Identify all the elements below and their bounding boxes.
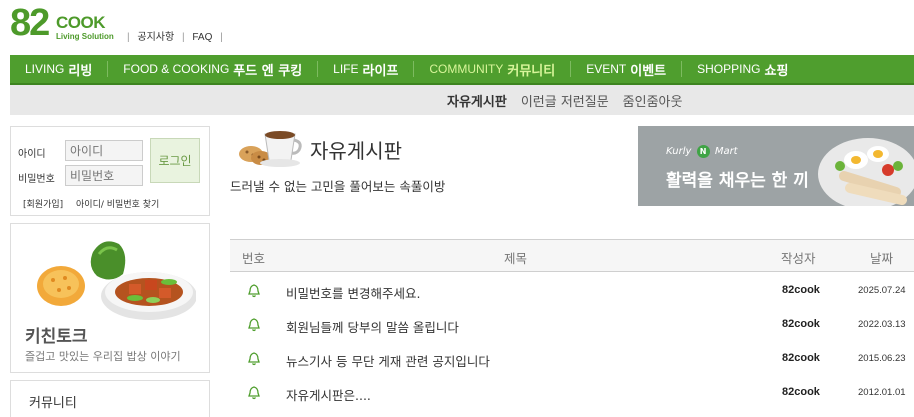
bell-icon xyxy=(248,386,260,400)
bell-icon xyxy=(248,318,260,332)
col-num: 번호 xyxy=(242,251,266,266)
subnav-free-board[interactable]: 자유게시판 xyxy=(447,91,507,110)
nav-food-cooking[interactable]: FOOD & COOKING 푸드 엔 쿠킹 xyxy=(108,54,317,84)
post-author: 82cook xyxy=(782,386,820,398)
login-button[interactable]: 로그인 xyxy=(150,138,200,183)
banner-copy: 활력을 채우는 한 끼 xyxy=(666,171,809,191)
bell-icon xyxy=(248,284,260,298)
nav-label-ko: 라이프 xyxy=(362,63,399,79)
board-description: 드러낼 수 없는 고민을 풀어보는 속풀이방 xyxy=(230,179,446,194)
logo-number: 82 xyxy=(10,2,50,44)
nav-label-ko: 푸드 엔 쿠킹 xyxy=(233,63,303,79)
site-logo[interactable]: 82 COOK Living Solution xyxy=(10,4,115,44)
post-author: 82cook xyxy=(782,284,820,296)
table-row[interactable]: 회원님들께 당부의 말씀 올립니다 82cook 2022.03.13 xyxy=(230,308,914,342)
faq-link[interactable]: FAQ xyxy=(192,32,212,43)
banner-logo-right: Mart xyxy=(714,146,738,157)
join-link[interactable]: [회원가입] xyxy=(23,200,63,210)
nav-community[interactable]: COMMUNITY 커뮤니티 xyxy=(414,54,570,84)
board-table: 번호 제목 작성자 날짜 비밀번호를 변경해주세요. 82cook 2025.0… xyxy=(230,239,914,410)
nav-living[interactable]: LIVING 리빙 xyxy=(10,54,107,84)
nav-label-ko: 이벤트 xyxy=(630,63,667,79)
sub-nav: 자유게시판 이런글 저런질문 줌인줌아웃 xyxy=(10,85,914,115)
logo-tagline: Living Solution xyxy=(56,32,114,41)
post-title[interactable]: 뉴스기사 등 무단 게재 관련 공지입니다 xyxy=(286,351,490,370)
bell-icon xyxy=(248,352,260,366)
post-author: 82cook xyxy=(782,352,820,364)
ad-banner[interactable]: Kurly N Mart 활력을 채우는 한 끼 xyxy=(638,126,914,206)
banner-logo-left: Kurly xyxy=(666,146,692,157)
nav-event[interactable]: EVENT 이벤트 xyxy=(571,54,681,84)
login-panel: 아이디 비밀번호 로그인 [회원가입] 아이디/ 비밀번호 찾기 xyxy=(10,126,210,216)
nav-label-ko: 쇼핑 xyxy=(764,63,789,79)
nav-label-ko: 커뮤니티 xyxy=(507,63,556,79)
table-header: 번호 제목 작성자 날짜 xyxy=(230,239,914,272)
post-author: 82cook xyxy=(782,318,820,330)
page: 82 COOK Living Solution | 공지사항 | FAQ | L… xyxy=(0,0,914,417)
col-date: 날짜 xyxy=(870,251,894,266)
nav-label-en: COMMUNITY xyxy=(429,62,504,76)
post-title[interactable]: 비밀번호를 변경해주세요. xyxy=(286,283,420,302)
community-title[interactable]: 커뮤니티 xyxy=(29,392,77,411)
nav-label-en: FOOD & COOKING xyxy=(123,62,230,76)
password-label: 비밀번호 xyxy=(18,174,55,185)
subnav-zoom[interactable]: 줌인줌아웃 xyxy=(623,91,683,110)
community-panel: 커뮤니티 xyxy=(10,380,210,417)
id-label: 아이디 xyxy=(18,149,46,160)
post-date: 2015.06.23 xyxy=(858,353,906,364)
post-title[interactable]: 자유게시판은.... xyxy=(286,385,371,404)
nav-label-en: LIVING xyxy=(25,62,65,76)
nav-life[interactable]: LIFE 라이프 xyxy=(318,54,413,84)
col-author: 작성자 xyxy=(781,251,816,266)
col-title: 제목 xyxy=(504,251,528,266)
top-links: | 공지사항 | FAQ | xyxy=(122,28,228,43)
coffee-cookie-icon xyxy=(239,131,302,167)
table-row[interactable]: 비밀번호를 변경해주세요. 82cook 2025.07.24 xyxy=(230,274,914,308)
banner-logo: Kurly N Mart xyxy=(666,145,738,158)
post-title[interactable]: 회원님들께 당부의 말씀 올립니다 xyxy=(286,317,459,336)
main-nav: LIVING 리빙 FOOD & COOKING 푸드 엔 쿠킹 LIFE 라이… xyxy=(10,55,914,85)
kitchen-talk-title: 키친토크 xyxy=(25,327,88,347)
password-input[interactable] xyxy=(65,165,143,186)
id-input[interactable] xyxy=(65,140,143,161)
banner-food-image xyxy=(818,138,914,206)
table-row[interactable]: 자유게시판은.... 82cook 2012.01.01 xyxy=(230,376,914,410)
board-title: 자유게시판 xyxy=(310,139,402,163)
nav-label-en: LIFE xyxy=(333,62,359,76)
divider: | xyxy=(181,32,185,43)
post-date: 2012.01.01 xyxy=(858,387,906,398)
nav-label-en: SHOPPING xyxy=(697,62,761,76)
banner-logo-mark: N xyxy=(696,145,710,158)
kitchen-talk-subtitle: 즐겁고 맛있는 우리집 밥상 이야기 xyxy=(25,350,181,363)
find-account-link[interactable]: 아이디/ 비밀번호 찾기 xyxy=(76,200,159,210)
divider: | xyxy=(220,32,223,43)
post-date: 2022.03.13 xyxy=(858,319,906,330)
nav-label-ko: 리빙 xyxy=(68,63,93,79)
post-date: 2025.07.24 xyxy=(858,285,906,296)
table-row[interactable]: 뉴스기사 등 무단 게재 관련 공지입니다 82cook 2015.06.23 xyxy=(230,342,914,376)
logo-word: COOK xyxy=(56,13,106,32)
food-illustration xyxy=(37,241,196,320)
nav-label-en: EVENT xyxy=(586,62,627,76)
kitchen-talk-panel[interactable]: 키친토크 즐겁고 맛있는 우리집 밥상 이야기 xyxy=(10,223,210,373)
subnav-questions[interactable]: 이런글 저런질문 xyxy=(521,91,609,110)
notice-link[interactable]: 공지사항 xyxy=(137,32,174,43)
nav-shopping[interactable]: SHOPPING 쇼핑 xyxy=(682,54,803,84)
divider: | xyxy=(127,32,130,43)
